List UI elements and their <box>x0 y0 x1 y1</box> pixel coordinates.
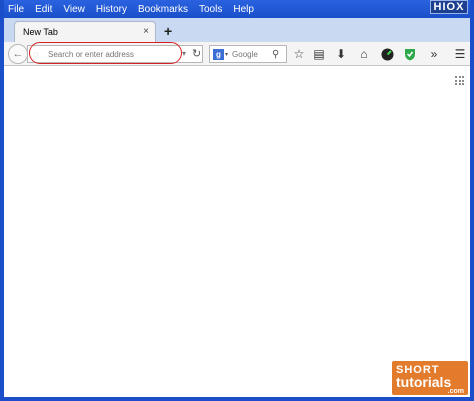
clipboard-icon[interactable]: ▤ <box>311 46 327 62</box>
tab-new-tab[interactable]: New Tab × <box>14 21 156 42</box>
tab-title: New Tab <box>23 27 58 37</box>
google-icon[interactable]: g <box>213 48 224 60</box>
star-icon[interactable]: ☆ <box>291 46 307 62</box>
identity-icon: ◌ <box>33 49 39 59</box>
menu-bookmarks[interactable]: Bookmarks <box>138 4 188 15</box>
home-icon[interactable]: ⌂ <box>356 46 372 62</box>
tab-strip: New Tab × + <box>4 18 470 42</box>
menu-history[interactable]: History <box>96 4 127 15</box>
browser-window: File Edit View History Bookmarks Tools H… <box>0 0 474 401</box>
menu-view[interactable]: View <box>63 4 85 15</box>
menu-help[interactable]: Help <box>233 4 254 15</box>
search-icon[interactable]: ⚲ <box>272 49 279 60</box>
page-content: SHORT tutorials .com <box>4 67 470 397</box>
menu-bar: File Edit View History Bookmarks Tools H… <box>4 0 470 18</box>
menu-icon[interactable]: ☰ <box>452 46 468 62</box>
tiles-grid-icon[interactable] <box>455 76 464 85</box>
menu-tools[interactable]: Tools <box>199 4 222 15</box>
download-icon[interactable]: ⬇ <box>333 46 349 62</box>
search-bar[interactable]: g ▾ ⚲ <box>209 45 287 63</box>
dial-icon[interactable] <box>379 46 395 62</box>
back-arrow-icon: ← <box>12 48 24 60</box>
new-tab-button[interactable]: + <box>164 23 172 39</box>
short-tutorials-logo: SHORT tutorials .com <box>392 361 468 395</box>
reload-icon[interactable]: ↻ <box>192 47 201 60</box>
back-button[interactable]: ← <box>8 44 28 64</box>
search-engine-caret-icon[interactable]: ▾ <box>225 51 228 58</box>
menu-edit[interactable]: Edit <box>35 4 52 15</box>
address-bar[interactable]: ◌ ▾ ↻ <box>27 45 203 63</box>
shield-icon[interactable] <box>402 46 418 62</box>
navigation-toolbar: ← ◌ ▾ ↻ g ▾ ⚲ ☆ ▤ ⬇ ⌂ » ☰ <box>4 42 470 66</box>
search-input[interactable] <box>232 49 273 59</box>
address-input[interactable] <box>48 49 183 59</box>
overflow-icon[interactable]: » <box>426 46 442 62</box>
tab-close-icon[interactable]: × <box>143 26 149 37</box>
menu-file[interactable]: File <box>8 4 24 15</box>
hiox-logo: HIOX <box>430 0 468 14</box>
url-dropdown-icon[interactable]: ▾ <box>182 49 186 58</box>
